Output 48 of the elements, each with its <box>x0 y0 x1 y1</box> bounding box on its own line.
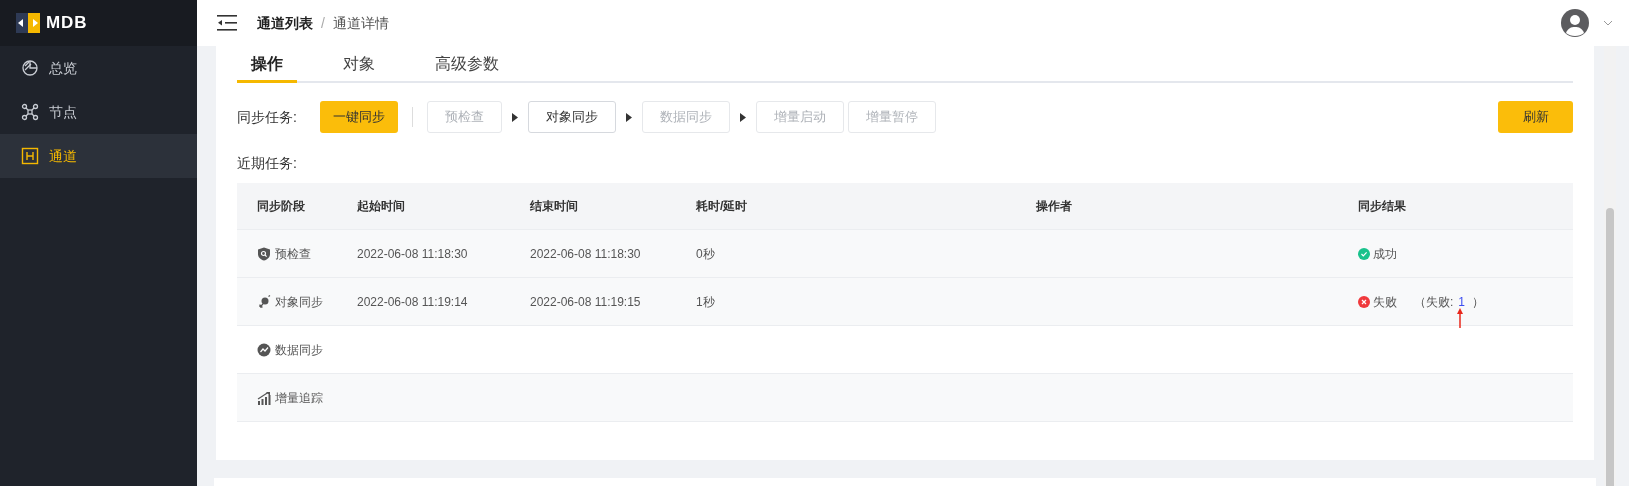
pie-chart-icon <box>21 59 39 77</box>
table-cell-text: 2022-06-08 11:18:30 <box>530 245 642 263</box>
stage-name: 增量追踪 <box>275 389 323 407</box>
failure-detail-text: ） <box>1472 293 1485 311</box>
sidebar-item[interactable]: 通道 <box>0 134 197 178</box>
column-header: 同步阶段 <box>257 198 306 215</box>
sync-tasks-label: 同步任务: <box>237 107 298 127</box>
table-cell-text: 2022-06-08 11:19:15 <box>530 293 642 311</box>
table-cell-text: 0秒 <box>696 245 716 263</box>
stage-name: 预检查 <box>275 245 311 263</box>
channel-icon <box>21 147 39 165</box>
annotation-arrow <box>1457 307 1464 328</box>
trend-icon <box>257 342 271 357</box>
breadcrumb-link[interactable]: 通道列表 <box>257 12 313 34</box>
column-header: 同步结果 <box>1358 198 1407 215</box>
table-cell-text: 1秒 <box>696 293 716 311</box>
column-header: 起始时间 <box>357 198 406 215</box>
column-header: 操作者 <box>1036 198 1073 215</box>
result-text: 失败 <box>1373 293 1397 311</box>
tab[interactable]: 对象 <box>329 48 389 83</box>
breadcrumb-current: 通道详情 <box>332 13 389 33</box>
refresh-button[interactable]: 刷新 <box>1498 101 1573 133</box>
result-text: 成功 <box>1373 245 1397 263</box>
failure-count-link[interactable]: 1 <box>1458 294 1466 309</box>
step-button[interactable]: 对象同步 <box>528 101 616 133</box>
table-cell-text: 2022-06-08 11:19:14 <box>357 293 469 311</box>
shield-search-icon <box>257 246 271 261</box>
sidebar-item[interactable]: 节点 <box>0 90 197 134</box>
table-cell-text: 2022-06-08 11:18:30 <box>357 245 469 263</box>
logo-icon <box>16 13 40 33</box>
menu-collapse-icon[interactable] <box>217 15 237 31</box>
one-click-sync-button[interactable]: 一键同步 <box>320 101 398 133</box>
avatar-icon[interactable] <box>1561 9 1589 37</box>
column-header: 耗时/延时 <box>696 198 749 215</box>
recent-tasks-label: 近期任务: <box>237 154 298 173</box>
sidebar-item[interactable]: 总览 <box>0 46 197 90</box>
stage-name: 数据同步 <box>275 341 323 359</box>
failure-detail-text: （失败: <box>1414 293 1454 311</box>
stage-name: 对象同步 <box>275 293 323 311</box>
logo-text: MDB <box>46 12 88 35</box>
growth-chart-icon <box>257 390 271 405</box>
column-header: 结束时间 <box>530 198 579 215</box>
chevron-down-icon[interactable] <box>1603 20 1613 26</box>
breadcrumb-separator: / <box>321 13 325 33</box>
nodes-icon <box>21 103 39 121</box>
tab[interactable]: 高级参数 <box>421 48 513 83</box>
tab[interactable]: 操作 <box>237 48 297 83</box>
satellite-icon <box>257 294 271 309</box>
